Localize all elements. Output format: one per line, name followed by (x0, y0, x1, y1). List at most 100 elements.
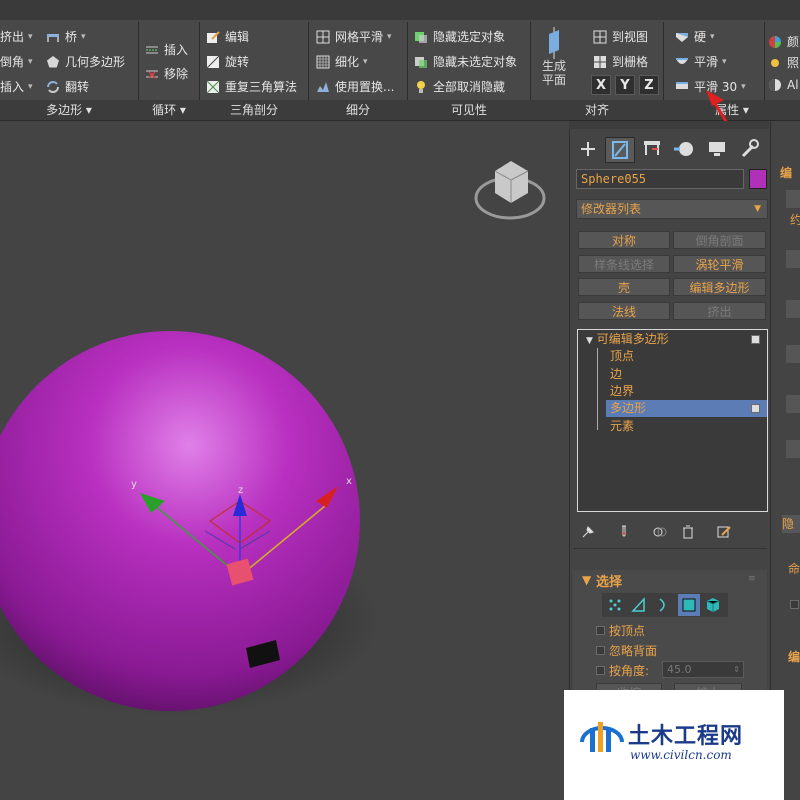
right-rollout-1[interactable]: 编 (780, 164, 792, 181)
element-mode-icon[interactable] (704, 596, 722, 614)
modifier-button-turbosmooth[interactable]: 涡轮平滑 (673, 255, 766, 273)
monitor-icon (709, 142, 725, 156)
perspective-viewport[interactable]: y z x (0, 121, 568, 800)
sun-icon (771, 59, 779, 67)
modifier-button-shell[interactable]: 壳 (578, 278, 670, 296)
hide-selected-button[interactable]: 隐藏选定对象 (414, 27, 505, 47)
configure-sets-icon[interactable] (716, 524, 732, 540)
stack-item-edge[interactable]: 边 (610, 366, 790, 383)
modifier-list-dropdown[interactable]: 修改器列表 ▼ (576, 199, 768, 219)
geopoly-button[interactable]: 几何多边形 (46, 52, 125, 72)
tab-utilities[interactable] (735, 137, 763, 161)
by-angle-checkbox[interactable] (596, 666, 605, 675)
right-checkbox[interactable] (790, 600, 799, 609)
hard-button[interactable]: 硬 ▾ (675, 27, 715, 47)
flip-button[interactable]: 翻转 (46, 77, 89, 97)
edge-mode-icon[interactable] (630, 596, 648, 614)
align-y-button[interactable]: Y (615, 75, 635, 95)
axis-z-label: z (238, 485, 243, 496)
stack-item-element[interactable]: 元素 (610, 418, 790, 435)
tab-create[interactable] (574, 137, 602, 161)
by-vertex-label: 按顶点 (609, 624, 646, 638)
tab-display[interactable] (703, 137, 731, 161)
vertex-mode-icon[interactable] (606, 596, 624, 614)
retriangulate-button[interactable]: 重复三角算法 (206, 77, 297, 97)
stack-item-border[interactable]: 边界 (610, 383, 790, 400)
to-view-button[interactable]: 到视图 (593, 27, 648, 47)
loop-insert-label: 插入 (164, 43, 189, 57)
flip-icon (47, 81, 59, 93)
right-hide-button[interactable]: 隐藏 (782, 515, 800, 533)
right-rollout-2[interactable]: 编 (788, 648, 800, 665)
right-button-c[interactable] (786, 300, 800, 318)
tab-modify[interactable] (605, 137, 635, 163)
illuminate-button[interactable]: 照 (768, 53, 799, 73)
right-button-a[interactable] (786, 190, 800, 208)
rollout-select-title[interactable]: 选择 (596, 571, 622, 590)
modifier-button-symmetry[interactable]: 对称 (578, 231, 670, 249)
panel-divider (573, 548, 767, 549)
object-name-field[interactable]: Sphere055 (576, 169, 744, 189)
extrude-button[interactable]: 挤出 ▾ (0, 27, 33, 47)
meshsmooth-button[interactable]: 网格平滑 ▾ (316, 27, 392, 47)
loop-remove-button[interactable]: 移除 (145, 64, 188, 84)
modifier-button-bevel-profile[interactable]: 倒角剖面 (673, 231, 766, 249)
stack-item-polygon[interactable]: 多边形 (610, 400, 790, 417)
stack-root[interactable]: ▼ 可编辑多边形 (586, 331, 766, 348)
right-button-f[interactable] (786, 440, 800, 458)
to-grid-label: 到栅格 (612, 55, 649, 69)
tri-edit-button[interactable]: 编辑 (206, 27, 249, 47)
tab-hierarchy[interactable] (638, 137, 666, 161)
stack-item-vertex[interactable]: 顶点 (610, 348, 790, 365)
tab-motion[interactable] (670, 137, 698, 161)
group-loop[interactable]: 循环 ▾ (139, 100, 199, 120)
align-x-button[interactable]: X (591, 75, 611, 95)
pin-stack-icon[interactable] (580, 524, 596, 540)
modifier-button-normal[interactable]: 法线 (578, 302, 670, 320)
chevron-down-icon: ▼ (754, 204, 761, 214)
group-subdiv: 细分 (345, 103, 370, 117)
right-button-d[interactable] (786, 345, 800, 363)
unhide-all-button[interactable]: 全部取消隐藏 (414, 77, 505, 97)
displacement-button[interactable]: 使用置换... (316, 77, 394, 97)
group-polygon[interactable]: 多边形 ▾ (0, 100, 138, 120)
align-z-button[interactable]: Z (639, 75, 659, 95)
plus-icon (581, 142, 595, 156)
bridge-button[interactable]: 桥 ▾ (46, 27, 86, 47)
inset-button[interactable]: 插入 ▾ (0, 77, 33, 97)
stack-root-toggle[interactable] (751, 335, 760, 344)
modifier-button-extrude[interactable]: 挤出 (673, 302, 766, 320)
color-button[interactable]: 颜 (768, 32, 799, 52)
hide-unselected-button[interactable]: 隐藏未选定对象 (414, 52, 517, 72)
smooth-button[interactable]: 平滑 ▾ (675, 52, 727, 72)
grid-smooth-icon (316, 30, 330, 44)
tri-rotate-button[interactable]: 旋转 (206, 52, 249, 72)
tessellate-button[interactable]: 细化 ▾ (316, 52, 368, 72)
show-end-result-icon[interactable] (616, 524, 632, 540)
to-view-label: 到视图 (612, 30, 649, 44)
polygon-mode-button[interactable] (678, 594, 700, 616)
flip-label: 翻转 (65, 80, 90, 94)
right-button-b[interactable] (786, 250, 800, 268)
object-color-swatch[interactable] (749, 169, 767, 189)
border-mode-icon[interactable] (654, 596, 672, 614)
hide-selected-label: 隐藏选定对象 (433, 30, 506, 44)
viewcube[interactable] (474, 161, 546, 220)
loop-remove-label: 移除 (164, 67, 189, 81)
loop-insert-button[interactable]: 插入 (145, 40, 188, 60)
make-planar-button[interactable]: 生成 平面 (534, 26, 574, 98)
by-vertex-checkbox[interactable] (596, 626, 605, 635)
stack-polygon-toggle[interactable] (751, 404, 760, 413)
alpha-button[interactable]: Al (768, 75, 799, 95)
color-wheel-icon (769, 36, 781, 48)
make-unique-icon[interactable] (652, 524, 668, 540)
rollout-collapse-icon[interactable]: ▼ (582, 573, 591, 587)
modifier-button-edit-poly[interactable]: 编辑多边形 (673, 278, 766, 296)
modifier-button-spline-select[interactable]: 样条线选择 (578, 255, 670, 273)
angle-spinner[interactable]: 45.0 ⇕ (662, 661, 744, 678)
bevel-button[interactable]: 倒角 ▾ (0, 52, 33, 72)
right-button-e[interactable] (786, 395, 800, 413)
to-grid-button[interactable]: 到栅格 (593, 52, 648, 72)
ignore-backfacing-checkbox[interactable] (596, 646, 605, 655)
trash-icon[interactable] (680, 524, 696, 540)
